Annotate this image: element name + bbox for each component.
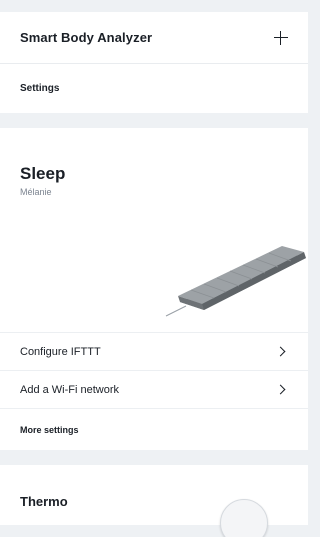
top-spacer: [0, 0, 308, 12]
sleep-device-summary[interactable]: Sleep Mélanie: [0, 128, 308, 332]
device-name: Thermo: [20, 494, 68, 509]
settings-row[interactable]: Settings: [0, 64, 308, 113]
more-settings-label: More settings: [20, 424, 79, 435]
sleep-mat-image: [165, 246, 306, 317]
sleep-card: Sleep Mélanie Configure IFTTT Add a Wi-F…: [0, 128, 308, 450]
section-divider: [0, 450, 308, 465]
device-name: Sleep: [20, 164, 66, 183]
plus-icon[interactable]: [272, 29, 290, 47]
row-label: Configure IFTTT: [20, 345, 101, 358]
thermo-card[interactable]: Thermo: [0, 465, 308, 537]
section-divider: [0, 113, 308, 128]
settings-label: Settings: [20, 83, 60, 94]
smart-body-analyzer-header: Smart Body Analyzer: [0, 12, 308, 64]
device-name: Smart Body Analyzer: [20, 30, 153, 45]
chevron-right-icon: [275, 384, 286, 395]
device-list-screen: Smart Body Analyzer Settings Sleep Mélan…: [0, 0, 308, 537]
device-owner: Mélanie: [20, 187, 52, 197]
more-settings-row[interactable]: More settings: [0, 408, 308, 450]
thermo-device-image: [220, 499, 268, 537]
configure-ifttt-row[interactable]: Configure IFTTT: [0, 332, 308, 370]
smart-body-analyzer-card: Smart Body Analyzer Settings: [0, 12, 308, 113]
chevron-right-icon: [275, 346, 286, 357]
add-wifi-network-row[interactable]: Add a Wi-Fi network: [0, 370, 308, 408]
row-label: Add a Wi-Fi network: [20, 383, 120, 396]
